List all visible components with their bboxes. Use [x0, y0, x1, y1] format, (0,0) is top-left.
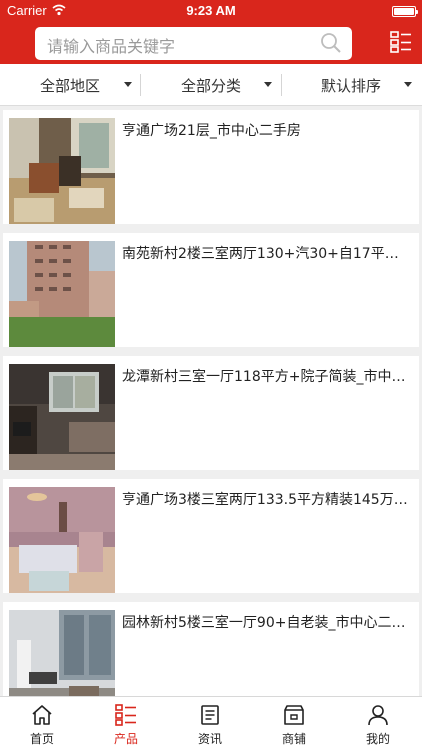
chevron-down-icon — [404, 82, 412, 87]
news-icon — [201, 705, 219, 725]
list-view-icon[interactable] — [390, 31, 412, 53]
listing-title: 亨通广场21层_市中心二手房 — [122, 123, 301, 139]
tab-products[interactable]: 产品 — [84, 697, 168, 750]
store-icon — [284, 705, 304, 725]
filter-sort-label: 默认排序 — [321, 77, 382, 95]
tab-store[interactable]: 商铺 — [252, 697, 336, 750]
battery-icon — [392, 6, 418, 17]
tab-profile-label: 我的 — [365, 732, 390, 746]
listing-photo — [9, 610, 115, 696]
home-icon — [32, 705, 52, 725]
profile-icon — [368, 705, 388, 726]
filter-bar: 全部地区 全部分类 默认排序 — [0, 64, 422, 106]
filter-category[interactable]: 全部分类 — [141, 64, 281, 106]
listing-title: 亨通广场3楼三室两厅133.5平方精装145万_市中心二手房 — [122, 492, 412, 508]
header-bar: Carrier 9:23 AM 请输入商品关键字 — [0, 0, 422, 64]
list-item[interactable]: 亨通广场21层_市中心二手房 — [3, 110, 419, 224]
list-item[interactable]: 园林新村5楼三室一厅90+自老装_市中心二手房 — [3, 602, 419, 696]
tab-products-label: 产品 — [113, 732, 138, 746]
chevron-down-icon — [124, 82, 132, 87]
listing-photo — [9, 241, 115, 347]
tab-store-label: 商铺 — [281, 732, 306, 746]
listing-title: 园林新村5楼三室一厅90+自老装_市中心二手房 — [122, 615, 412, 631]
status-bar: Carrier 9:23 AM — [0, 0, 422, 22]
listing-title: 龙潭新村三室一厅118平方+院子简装_市中心二手房 — [122, 369, 412, 385]
listing-title: 南苑新村2楼三室两厅130+汽30+自17平方精装_市中心二手房 — [122, 246, 412, 262]
listing-photo — [9, 364, 115, 470]
tab-news-label: 资讯 — [197, 732, 222, 746]
tab-profile[interactable]: 我的 — [336, 697, 420, 750]
filter-category-label: 全部分类 — [181, 77, 242, 95]
chevron-down-icon — [264, 82, 272, 87]
tab-news[interactable]: 资讯 — [168, 697, 252, 750]
filter-region[interactable]: 全部地区 — [0, 64, 140, 106]
filter-sort[interactable]: 默认排序 — [282, 64, 422, 106]
listing-photo — [9, 118, 115, 224]
listing-photo — [9, 487, 115, 593]
bottom-tab-bar: 首页 产品 资讯 商铺 我的 — [0, 696, 422, 750]
search-placeholder: 请输入商品关键字 — [47, 37, 176, 56]
list-item[interactable]: 龙潭新村三室一厅118平方+院子简装_市中心二手房 — [3, 356, 419, 470]
list-item[interactable]: 南苑新村2楼三室两厅130+汽30+自17平方精装_市中心二手房 — [3, 233, 419, 347]
list-item[interactable]: 亨通广场3楼三室两厅133.5平方精装145万_市中心二手房 — [3, 479, 419, 593]
listing-list: 亨通广场21层_市中心二手房 南苑新村2楼三室两厅130+汽30+自17平方精 … — [0, 106, 422, 696]
product-list-icon — [115, 704, 136, 726]
search-input[interactable]: 请输入商品关键字 — [35, 27, 352, 60]
clock: 9:23 AM — [186, 3, 236, 18]
filter-region-label: 全部地区 — [40, 77, 101, 95]
tab-home-label: 首页 — [29, 732, 54, 746]
tab-home[interactable]: 首页 — [0, 697, 84, 750]
search-icon[interactable] — [320, 32, 342, 54]
